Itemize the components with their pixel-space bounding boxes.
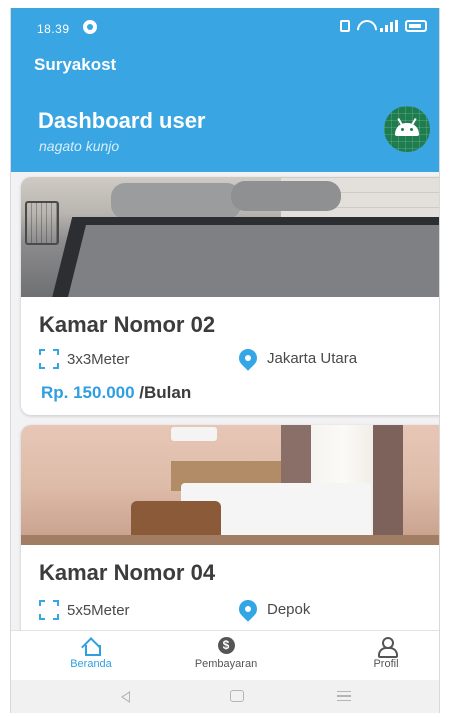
nav-beranda[interactable]: Beranda xyxy=(41,637,141,670)
status-time: 18.39 xyxy=(37,22,70,36)
room-name: Kamar Nomor 04 xyxy=(39,560,216,585)
room-card[interactable]: Kamar Nomor 02 3x3Meter Jakarta Utara Rp… xyxy=(21,177,439,415)
room-list[interactable]: Kamar Nomor 02 3x3Meter Jakarta Utara Rp… xyxy=(11,172,439,632)
whatsapp-notification-icon xyxy=(83,20,97,34)
room-location: Jakarta Utara xyxy=(235,345,358,371)
location-pin-icon xyxy=(235,345,261,371)
room-name: Kamar Nomor 02 xyxy=(39,312,216,337)
room-photo xyxy=(21,177,439,297)
dashboard-title: Dashboard user xyxy=(38,108,206,133)
android-icon xyxy=(395,123,419,136)
username-subtitle: nagato kunjo xyxy=(39,138,120,154)
expand-icon xyxy=(39,349,59,369)
back-icon[interactable] xyxy=(121,691,130,703)
room-size-label: 5x5Meter xyxy=(67,601,130,619)
home-button-icon[interactable] xyxy=(230,690,244,702)
avatar[interactable] xyxy=(384,106,430,152)
battery-icon xyxy=(405,20,427,32)
room-size: 3x3Meter xyxy=(39,349,130,369)
home-icon xyxy=(82,637,101,656)
room-location: Depok xyxy=(235,596,311,622)
system-navigation-bar xyxy=(11,680,439,713)
signal-icon xyxy=(380,20,398,32)
nav-profil-label: Profil xyxy=(373,658,399,670)
recent-apps-icon[interactable] xyxy=(337,691,351,701)
app-title: Suryakost xyxy=(34,55,117,74)
status-icons xyxy=(340,20,427,32)
room-size: 5x5Meter xyxy=(39,600,130,620)
room-location-label: Depok xyxy=(267,600,311,618)
status-bar: 18.39 xyxy=(11,8,439,48)
nav-beranda-label: Beranda xyxy=(70,658,112,670)
room-location-label: Jakarta Utara xyxy=(267,349,358,367)
nav-profil[interactable]: Profil xyxy=(336,637,436,670)
app-header: 18.39 Suryakost Dashboard user nagato ku… xyxy=(11,8,439,172)
location-pin-icon xyxy=(235,596,261,622)
dollar-icon: $ xyxy=(217,637,235,654)
nav-pembayaran-label: Pembayaran xyxy=(194,658,258,670)
bottom-navigation: Beranda $ Pembayaran Profil xyxy=(11,630,439,680)
room-photo xyxy=(21,425,439,545)
room-size-label: 3x3Meter xyxy=(67,350,130,368)
room-price: Rp. 150.000 /Bulan xyxy=(41,383,191,403)
price-value: Rp. 150.000 xyxy=(41,383,135,402)
vibrate-icon xyxy=(340,20,350,32)
expand-icon xyxy=(39,600,59,620)
user-icon xyxy=(377,637,398,658)
phone-screen: 18.39 Suryakost Dashboard user nagato ku… xyxy=(10,8,440,713)
room-card[interactable]: Kamar Nomor 04 5x5Meter Depok xyxy=(21,425,439,632)
price-period: /Bulan xyxy=(139,383,192,402)
wifi-icon xyxy=(357,20,373,32)
nav-pembayaran[interactable]: $ Pembayaran xyxy=(176,637,276,670)
